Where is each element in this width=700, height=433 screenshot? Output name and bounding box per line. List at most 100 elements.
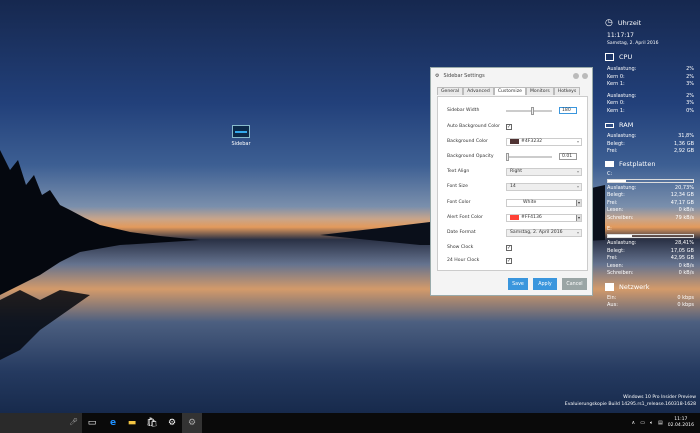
stat-label: Auslastung:: [607, 133, 637, 139]
sidebar-settings-taskbar-icon[interactable]: ⚙: [182, 413, 202, 433]
clock-date: Samstag, 2. April 2016: [607, 41, 659, 46]
network-icon: [605, 282, 614, 291]
bg-opacity-slider[interactable]: [506, 152, 552, 161]
stat-row: Frei: 2,92 GB: [605, 148, 697, 156]
close-button[interactable]: [582, 72, 588, 79]
tab-customize[interactable]: Customize: [493, 87, 526, 95]
store-icon[interactable]: 🛍︎: [146, 417, 158, 429]
stat-label: Schreiben:: [607, 270, 634, 276]
stat-label: Lesen:: [607, 207, 624, 213]
save-button[interactable]: Save: [508, 278, 528, 290]
show-clock-checkbox[interactable]: ✓: [506, 244, 512, 251]
stat-value: 2%: [686, 73, 694, 80]
stat-label: Kern 0:: [607, 73, 625, 80]
stat-label: Frei:: [607, 148, 618, 154]
stat-label: Frei:: [607, 199, 618, 206]
disk-icon: [605, 160, 614, 167]
date-format-value: Samstag, 2. April 2016: [510, 230, 563, 235]
chevron-up-icon[interactable]: ∧: [632, 420, 636, 426]
settings-icon[interactable]: ⚙: [166, 417, 178, 429]
sidebar-width-slider[interactable]: [506, 106, 552, 115]
stat-label: Auslastung:: [607, 92, 637, 99]
edge-icon[interactable]: e: [107, 417, 119, 429]
network-title: Netzwerk: [619, 282, 650, 291]
stat-row: Kern 1: 0%: [605, 108, 697, 116]
tree-silhouette: [0, 150, 605, 360]
stat-row: Frei: 47,17 GB: [605, 200, 697, 208]
stat-row: Belegt: 17,05 GB: [605, 248, 697, 256]
sidebar-width-input[interactable]: 180: [559, 107, 577, 114]
stat-row: Schreiben: 79 kB/s: [605, 215, 697, 223]
font-color-select[interactable]: White ▾: [506, 198, 582, 207]
stat-value: 17,05 GB: [670, 247, 694, 254]
stat-label: Auslastung:: [607, 184, 637, 191]
stat-label: Belegt:: [607, 192, 625, 198]
stat-value: 47,17 GB: [670, 199, 694, 206]
stat-value: 0 kbps: [677, 302, 694, 308]
stat-label: Auslastung:: [607, 240, 637, 246]
stat-row: Auslastung: 20,73%: [605, 185, 697, 193]
cpu-title: CPU: [619, 53, 633, 61]
stat-label: Belegt:: [607, 247, 625, 254]
font-size-select[interactable]: 14 ▾: [506, 182, 582, 191]
stat-row: Belegt: 1,36 GB: [605, 141, 697, 149]
search-box[interactable]: 🎤︎: [0, 413, 82, 433]
stat-value: 2%: [686, 66, 694, 72]
stat-row: Aus: 0 kbps: [605, 302, 697, 310]
dialog-title: Sidebar Settings: [443, 72, 485, 79]
drive-name: C:: [607, 170, 613, 177]
desktop-icon-label: Sidebar: [231, 141, 251, 147]
stat-value: 2%: [686, 92, 694, 99]
stat-value: 12,34 GB: [670, 192, 694, 198]
desktop-icon-sidebar[interactable]: Sidebar: [226, 125, 256, 147]
gear-icon: ⚙: [435, 72, 440, 79]
stat-label: Aus:: [607, 302, 618, 308]
stat-label: Ein:: [607, 294, 617, 301]
font-color-value: White: [523, 200, 537, 205]
stat-label: Kern 0:: [607, 100, 625, 106]
notifications-icon[interactable]: ▤: [658, 420, 663, 426]
drive-usage-bar: [607, 234, 694, 238]
auto-bg-checkbox[interactable]: ✓: [506, 123, 512, 130]
apply-button[interactable]: Apply: [533, 278, 557, 290]
volume-icon[interactable]: 🔈︎: [650, 420, 653, 426]
bg-opacity-input[interactable]: 0.01: [559, 153, 577, 160]
minimize-button[interactable]: [573, 72, 579, 79]
clock24-label: 24 Hour Clock: [447, 258, 480, 263]
stat-value: 0%: [686, 107, 694, 114]
file-explorer-icon[interactable]: ▬: [126, 417, 138, 429]
bg-color-select[interactable]: #4F3232 ▾: [506, 137, 582, 146]
font-size-label: Font Size: [447, 184, 468, 189]
stat-value: 42,95 GB: [670, 255, 694, 261]
stat-row: Kern 0: 3%: [605, 100, 697, 108]
alert-color-select[interactable]: #FF4136 ▾: [506, 213, 582, 222]
stat-value: 0 kB/s: [678, 262, 694, 269]
text-align-select[interactable]: Right ▾: [506, 167, 582, 176]
title-bar[interactable]: ⚙ Sidebar Settings: [431, 68, 592, 83]
network-tray-icon[interactable]: ▭: [640, 420, 645, 426]
task-view-icon[interactable]: ▭: [86, 417, 98, 429]
alert-color-value: #FF4136: [521, 215, 542, 220]
cancel-button[interactable]: Cancel: [562, 278, 587, 290]
monitor-icon: [232, 125, 250, 138]
alert-color-label: Alert Font Color: [447, 215, 483, 220]
auto-bg-label: Auto Background Color: [447, 124, 500, 129]
clock24-checkbox[interactable]: ✓: [506, 257, 512, 264]
stat-value: 0 kB/s: [678, 207, 694, 213]
stat-label: Belegt:: [607, 140, 625, 147]
clock-title: Uhrzeit: [617, 19, 642, 27]
stat-row: Frei: 42,95 GB: [605, 255, 697, 263]
sidebar-width-label: Sidebar Width: [447, 108, 480, 113]
date-format-select[interactable]: Samstag, 2. April 2016 ▾: [506, 228, 582, 237]
tray-clock[interactable]: 11:17 02.04.2016: [668, 417, 694, 429]
tab-hotkeys[interactable]: Hotkeys: [553, 87, 581, 95]
microphone-icon[interactable]: 🎤︎: [69, 418, 78, 426]
tab-general[interactable]: General: [437, 87, 464, 95]
stat-row: Kern 1: 3%: [605, 81, 697, 89]
text-align-value: Right: [510, 169, 523, 174]
tab-advanced[interactable]: Advanced: [463, 87, 494, 95]
stat-value: 1,36 GB: [673, 140, 694, 147]
stat-value: 31,8%: [678, 133, 694, 139]
tab-monitors[interactable]: Monitors: [525, 87, 554, 95]
ram-title: RAM: [619, 121, 634, 129]
